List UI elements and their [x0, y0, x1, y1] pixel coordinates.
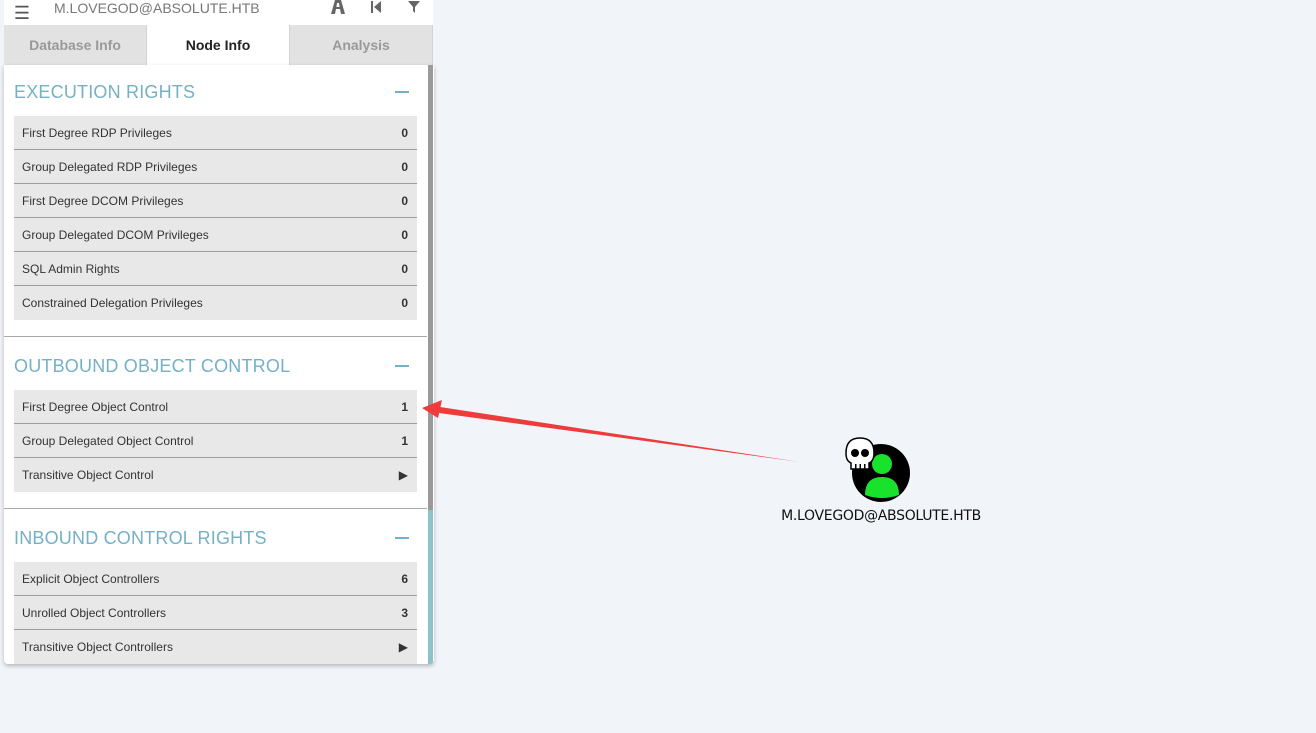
node-label: M.LOVEGOD@ABSOLUTE.HTB	[781, 508, 981, 524]
list-item[interactable]: Transitive Object Controllers ▶	[14, 630, 417, 664]
section-outbound-object-control: OUTBOUND OBJECT CONTROL First Degree Obj…	[4, 342, 427, 492]
row-label: Group Delegated RDP Privileges	[22, 159, 198, 174]
list-item[interactable]: First Degree RDP Privileges 0	[14, 116, 417, 150]
row-label: Explicit Object Controllers	[22, 571, 160, 586]
list-item[interactable]: Group Delegated Object Control 1	[14, 424, 417, 458]
play-icon[interactable]: ▶	[399, 468, 417, 482]
tab-node-info[interactable]: Node Info	[147, 25, 290, 65]
row-label: Group Delegated DCOM Privileges	[22, 227, 209, 242]
list-item[interactable]: Explicit Object Controllers 6	[14, 562, 417, 596]
row-count: 1	[401, 399, 408, 414]
row-label: Unrolled Object Controllers	[22, 605, 167, 620]
section-header[interactable]: OUTBOUND OBJECT CONTROL	[4, 342, 427, 390]
section-execution-rights: EXECUTION RIGHTS First Degree RDP Privil…	[4, 68, 427, 320]
section-divider	[4, 508, 427, 509]
collapse-icon[interactable]	[395, 537, 409, 539]
scrollbar-thumb[interactable]	[428, 65, 433, 510]
node-info-panel: EXECUTION RIGHTS First Degree RDP Privil…	[4, 65, 434, 664]
back-button[interactable]	[357, 0, 395, 19]
row-count: 1	[401, 433, 408, 448]
row-count: 6	[401, 571, 408, 586]
list-item[interactable]: Transitive Object Control ▶	[14, 458, 417, 492]
collapse-icon[interactable]	[395, 91, 409, 93]
row-label: Transitive Object Control	[22, 468, 154, 482]
list-item[interactable]: First Degree DCOM Privileges 0	[14, 184, 417, 218]
section-header[interactable]: INBOUND CONTROL RIGHTS	[4, 514, 427, 562]
row-count: 0	[401, 227, 408, 242]
tab-analysis[interactable]: Analysis	[290, 25, 433, 65]
search-input[interactable]: M.LOVEGOD@ABSOLUTE.HTB	[40, 0, 319, 16]
tab-bar: Database Info Node Info Analysis	[4, 25, 433, 65]
section-inbound-control-rights: INBOUND CONTROL RIGHTS Explicit Object C…	[4, 514, 427, 664]
list-item[interactable]: Constrained Delegation Privileges 0	[14, 286, 417, 320]
row-label: SQL Admin Rights	[22, 261, 120, 276]
list-item[interactable]: SQL Admin Rights 0	[14, 252, 417, 286]
search-bar: ☰ M.LOVEGOD@ABSOLUTE.HTB	[4, 0, 433, 25]
step-back-icon	[371, 0, 381, 13]
row-count: 0	[401, 125, 408, 140]
row-label: Constrained Delegation Privileges	[22, 296, 203, 310]
road-icon	[331, 0, 345, 14]
row-count: 0	[401, 159, 408, 174]
filter-button[interactable]	[395, 0, 433, 19]
row-label: First Degree DCOM Privileges	[22, 193, 184, 208]
row-count: 0	[401, 193, 408, 208]
list-item[interactable]: Unrolled Object Controllers 3	[14, 596, 417, 630]
row-label: First Degree Object Control	[22, 399, 169, 414]
section-title: EXECUTION RIGHTS	[14, 81, 196, 102]
section-divider	[4, 336, 427, 337]
list-item[interactable]: Group Delegated RDP Privileges 0	[14, 150, 417, 184]
section-header[interactable]: EXECUTION RIGHTS	[4, 68, 427, 116]
hamburger-icon[interactable]: ☰	[4, 4, 40, 22]
user-icon	[845, 437, 910, 502]
section-title: INBOUND CONTROL RIGHTS	[14, 527, 267, 548]
play-icon[interactable]: ▶	[399, 640, 417, 654]
row-label: Transitive Object Controllers	[22, 640, 173, 654]
filter-icon	[408, 0, 420, 13]
user-node[interactable]	[843, 437, 913, 507]
pathfinding-button[interactable]	[319, 0, 357, 19]
row-count: 0	[401, 296, 408, 310]
row-label: First Degree RDP Privileges	[22, 125, 172, 140]
list-item[interactable]: Group Delegated DCOM Privileges 0	[14, 218, 417, 252]
tab-database-info[interactable]: Database Info	[4, 25, 147, 65]
list-item[interactable]: First Degree Object Control 1	[14, 390, 417, 424]
arrow-shaft	[439, 407, 800, 462]
row-count: 0	[401, 261, 408, 276]
row-label: Group Delegated Object Control	[22, 433, 194, 448]
section-title: OUTBOUND OBJECT CONTROL	[14, 355, 291, 376]
row-count: 3	[401, 605, 408, 620]
collapse-icon[interactable]	[395, 365, 409, 367]
